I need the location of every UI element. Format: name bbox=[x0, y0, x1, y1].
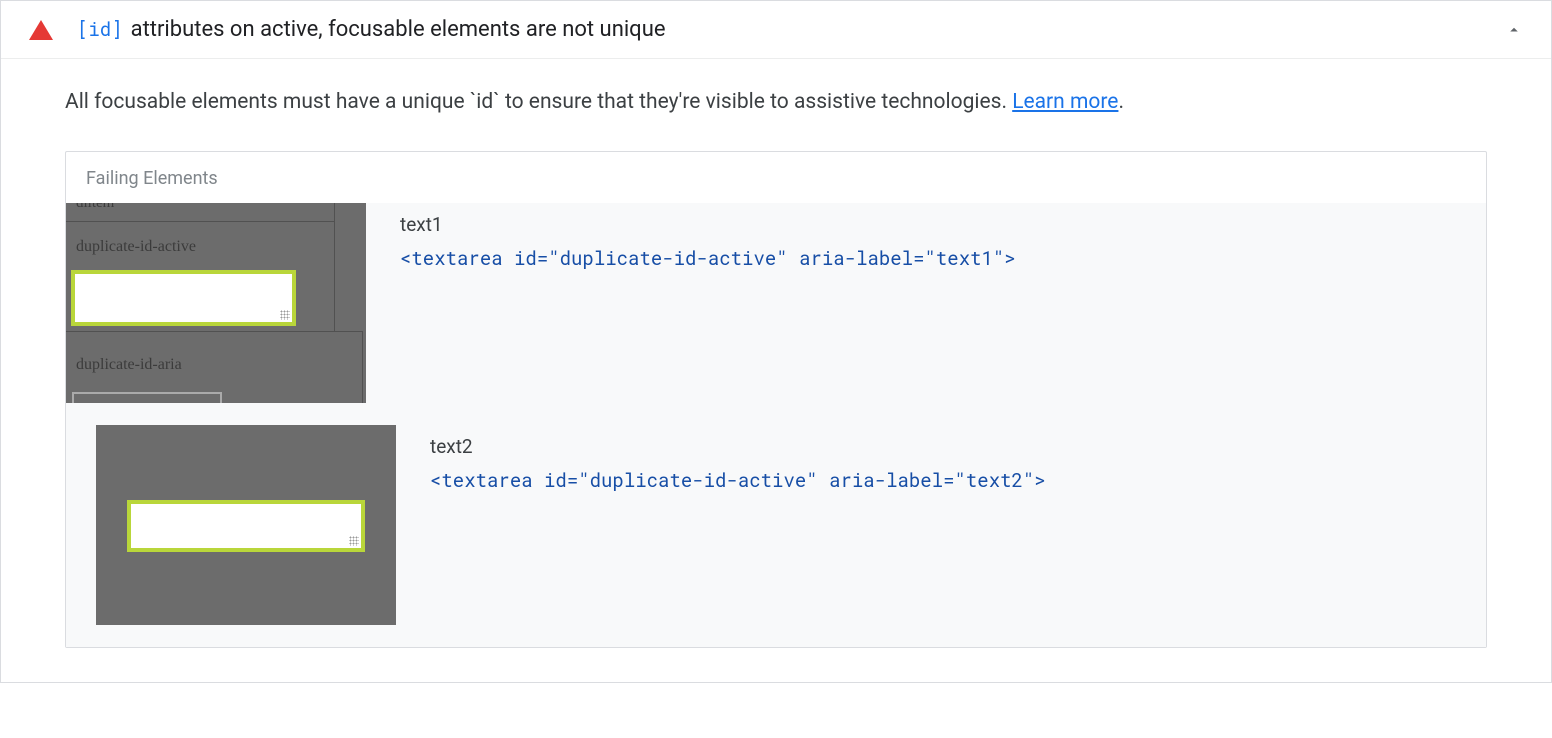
chevron-up-icon[interactable] bbox=[1505, 21, 1523, 39]
audit-description-period: . bbox=[1118, 90, 1124, 114]
thumb-divider bbox=[362, 331, 363, 403]
failing-item-code: <textarea id="duplicate-id-active" aria-… bbox=[430, 468, 1486, 493]
thumb-section-label: duplicate-id-aria bbox=[76, 356, 182, 374]
failing-item-label: text1 bbox=[400, 213, 1486, 236]
audit-panel: [id] attributes on active, focusable ele… bbox=[0, 0, 1552, 683]
thumb-divider bbox=[334, 203, 335, 331]
thumb-divider bbox=[66, 331, 362, 332]
failing-item-code: <textarea id="duplicate-id-active" aria-… bbox=[400, 246, 1486, 271]
audit-body: All focusable elements must have a uniqu… bbox=[1, 59, 1551, 682]
failing-item-thumbnail: dlitem duplicate-id-active duplicate-id-… bbox=[66, 203, 366, 403]
audit-title-text: attributes on active, focusable elements… bbox=[131, 17, 666, 42]
learn-more-link[interactable]: Learn more bbox=[1012, 90, 1118, 114]
audit-description: All focusable elements must have a uniqu… bbox=[65, 87, 1487, 119]
thumb-cropped-text: dlitem bbox=[76, 203, 114, 212]
element-screenshot: dlitem duplicate-id-active duplicate-id-… bbox=[66, 203, 366, 403]
warning-triangle-icon bbox=[29, 20, 53, 40]
failing-item[interactable]: dlitem duplicate-id-active duplicate-id-… bbox=[66, 203, 1486, 425]
thumb-section-label: duplicate-id-active bbox=[76, 238, 196, 256]
thumb-partial-box bbox=[72, 392, 222, 403]
failing-item-content: text1 <textarea id="duplicate-id-active"… bbox=[400, 203, 1486, 403]
audit-header[interactable]: [id] attributes on active, focusable ele… bbox=[1, 1, 1551, 59]
audit-code-id: [id] bbox=[77, 17, 123, 42]
thumb-highlighted-element bbox=[127, 500, 365, 552]
thumb-highlighted-element bbox=[71, 270, 296, 326]
failing-elements-box: Failing Elements dlitem duplicate-id-act… bbox=[65, 151, 1487, 648]
resize-grip-icon bbox=[349, 536, 359, 546]
failing-item-content: text2 <textarea id="duplicate-id-active"… bbox=[430, 425, 1486, 625]
resize-grip-icon bbox=[280, 310, 290, 320]
failing-item-label: text2 bbox=[430, 435, 1486, 458]
element-screenshot bbox=[96, 425, 396, 625]
failing-elements-header: Failing Elements bbox=[66, 152, 1486, 203]
audit-title: [id] attributes on active, focusable ele… bbox=[77, 17, 1505, 42]
failing-item[interactable]: text2 <textarea id="duplicate-id-active"… bbox=[66, 425, 1486, 647]
audit-description-text: All focusable elements must have a uniqu… bbox=[65, 90, 1012, 114]
failing-elements-list: dlitem duplicate-id-active duplicate-id-… bbox=[66, 203, 1486, 647]
failing-item-thumbnail bbox=[66, 425, 396, 625]
thumb-divider bbox=[66, 221, 334, 222]
